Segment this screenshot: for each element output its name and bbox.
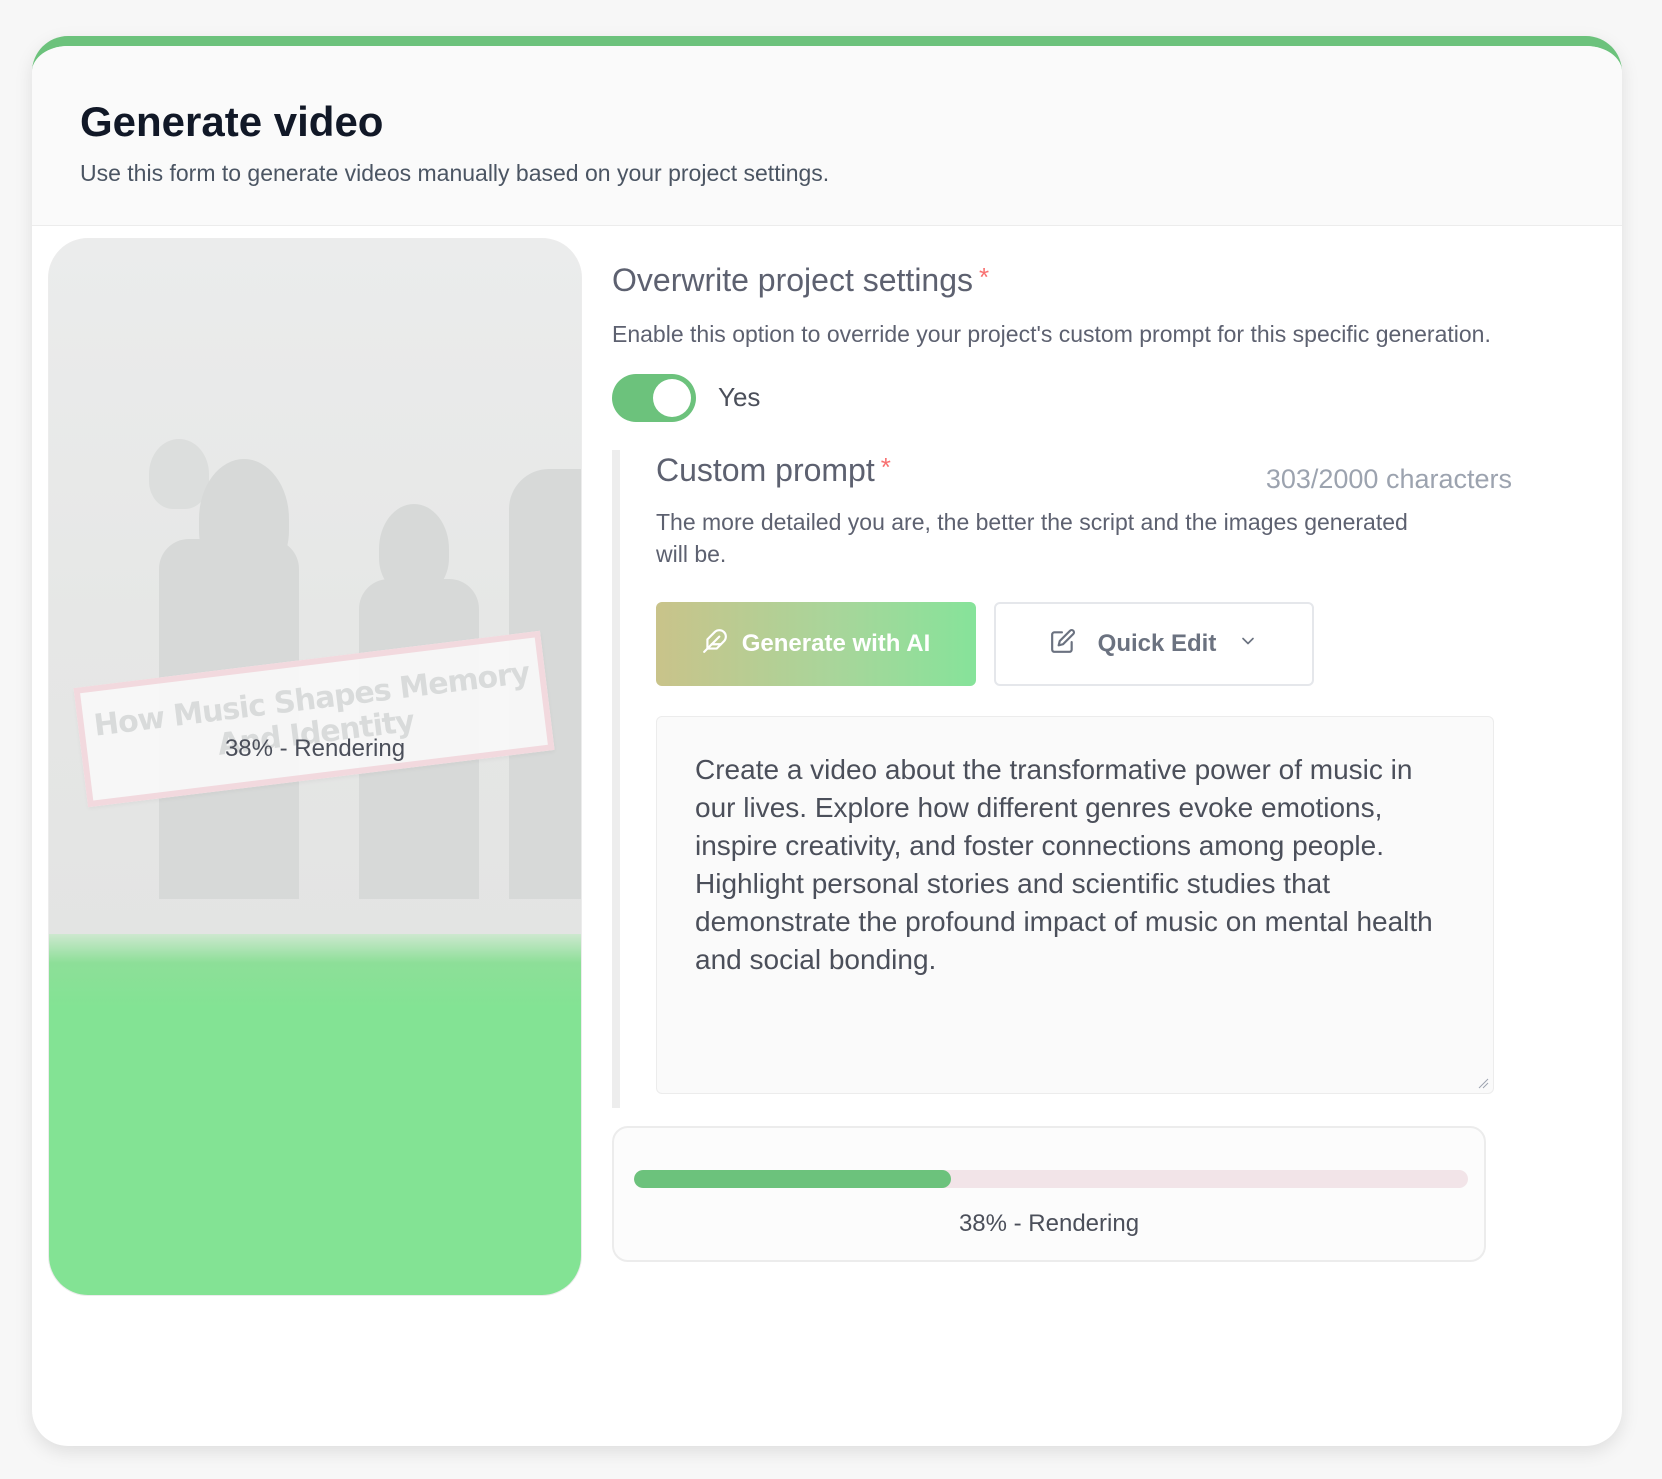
required-asterisk: * (880, 452, 891, 482)
generate-with-ai-label: Generate with AI (741, 630, 931, 657)
toggle-label: Yes (718, 382, 761, 412)
page-title: Generate video (80, 98, 384, 145)
custom-prompt-textarea[interactable]: Create a video about the transformative … (656, 716, 1494, 1094)
quick-edit-button[interactable]: Quick Edit (994, 602, 1314, 686)
custom-prompt-description: The more detailed you are, the better th… (656, 509, 1408, 567)
custom-prompt-title: Custom prompt * (656, 452, 891, 489)
custom-prompt-label: Custom prompt (656, 452, 875, 488)
preview-image (49, 239, 581, 939)
page-subtitle: Use this form to generate videos manuall… (80, 160, 830, 186)
progress-bar-fill (634, 1170, 951, 1188)
prompt-text: Create a video about the transformative … (695, 754, 1433, 975)
progress-label: 38% - Rendering (958, 1210, 1140, 1237)
video-preview: How Music Shapes Memory And Identity 38%… (48, 238, 582, 1296)
preview-status: 38% - Rendering (224, 735, 406, 762)
render-progress-card: 38% - Rendering (612, 1126, 1486, 1262)
custom-prompt-section: Custom prompt * 303/2000 characters The m… (612, 450, 1512, 1108)
generate-with-ai-button[interactable]: Generate with AI (656, 602, 976, 686)
chevron-down-icon (1238, 630, 1258, 658)
character-counter: 303/2000 characters (1265, 464, 1512, 494)
edit-icon (1050, 628, 1076, 661)
overwrite-toggle[interactable] (612, 374, 696, 422)
feather-icon (702, 628, 728, 661)
toggle-knob (653, 379, 691, 417)
resize-handle-icon[interactable] (1477, 1077, 1489, 1089)
overwrite-settings-label: Overwrite project settings (612, 262, 974, 298)
overwrite-settings-title: Overwrite project settings * (612, 262, 989, 299)
overwrite-settings-description: Enable this option to override your proj… (612, 321, 1491, 347)
quick-edit-label: Quick Edit (1097, 630, 1217, 657)
progress-bar (634, 1170, 1468, 1188)
card-header: Generate video Use this form to generate… (32, 46, 1622, 226)
preview-render-overlay (49, 934, 581, 1295)
required-asterisk: * (979, 262, 990, 292)
